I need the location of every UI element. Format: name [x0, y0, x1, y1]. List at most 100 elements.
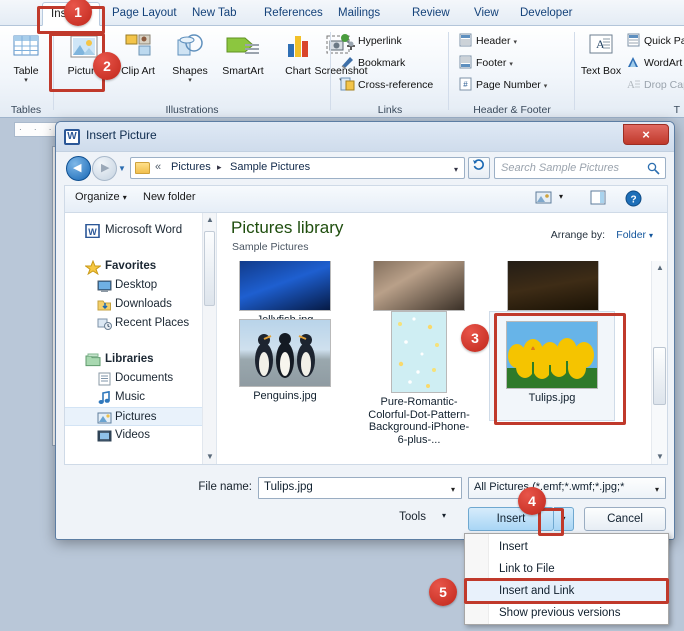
- forward-button[interactable]: [92, 156, 117, 181]
- favorites-star-icon: [83, 259, 103, 276]
- tab-review[interactable]: Review: [404, 2, 458, 26]
- menu-item-show-previous-versions[interactable]: Show previous versions: [466, 602, 669, 624]
- ribbon-group-links: Hyperlink Bookmark Cross-reference Links: [334, 26, 446, 118]
- videos-icon: [97, 429, 113, 443]
- recent-locations-caret-icon[interactable]: ▼: [118, 164, 126, 173]
- hyperlink-button[interactable]: Hyperlink: [340, 32, 402, 51]
- text-box-button-label: Text Box: [580, 65, 622, 77]
- tools-button[interactable]: Tools: [376, 511, 426, 523]
- sidebar-item-microsoft-word[interactable]: W Microsoft Word: [65, 221, 216, 240]
- address-bar[interactable]: « Pictures ▸ Sample Pictures ▾: [130, 157, 465, 179]
- table-button[interactable]: Table ▾: [0, 30, 52, 84]
- ribbon-group-tables: Table ▾ Tables: [0, 26, 52, 118]
- preview-pane-button[interactable]: [589, 190, 609, 208]
- drop-cap-button[interactable]: A Drop Cap: [626, 76, 684, 95]
- search-input[interactable]: Search Sample Pictures: [494, 157, 666, 179]
- text-box-button[interactable]: A Text Box: [578, 30, 624, 77]
- navigation-scrollbar[interactable]: ▲ ▼: [202, 213, 216, 464]
- refresh-button[interactable]: [468, 157, 490, 179]
- wordart-button[interactable]: WordArt▾: [626, 54, 684, 73]
- smartart-button[interactable]: SmartArt: [214, 30, 272, 77]
- cancel-button[interactable]: Cancel: [584, 507, 666, 531]
- scroll-thumb[interactable]: [653, 347, 666, 405]
- insert-split-caret-button[interactable]: ▾: [554, 507, 574, 531]
- bookmark-button[interactable]: Bookmark: [340, 54, 405, 73]
- sidebar-item-favorites[interactable]: Favorites: [65, 257, 216, 276]
- file-name-input[interactable]: Tulips.jpg ▾: [258, 477, 462, 499]
- sidebar-item-libraries[interactable]: Libraries: [65, 350, 216, 369]
- menu-item-insert[interactable]: Insert: [466, 536, 669, 558]
- sidebar-item-desktop[interactable]: Desktop: [65, 276, 216, 295]
- sidebar-item-recent-places[interactable]: Recent Places: [65, 314, 216, 333]
- file-tile-tulips[interactable]: Tulips.jpg: [489, 311, 615, 421]
- scroll-down-icon[interactable]: ▼: [205, 452, 215, 462]
- tab-developer[interactable]: Developer: [512, 2, 580, 26]
- breadcrumb-overflow-icon[interactable]: «: [155, 161, 161, 173]
- word-app-icon: W: [64, 129, 80, 145]
- chevron-down-icon[interactable]: ▾: [454, 165, 458, 174]
- header-button[interactable]: Header ▾: [458, 32, 517, 51]
- menu-item-insert-and-link[interactable]: Insert and Link: [466, 580, 669, 602]
- tab-new-tab[interactable]: New Tab: [184, 2, 245, 26]
- chevron-down-icon[interactable]: ▾: [451, 485, 455, 494]
- tab-mailings[interactable]: Mailings: [330, 2, 388, 26]
- close-icon: ×: [642, 127, 650, 142]
- file-list-pane: Pictures library Sample Pictures Arrange…: [217, 213, 667, 464]
- search-placeholder: Search Sample Pictures: [501, 162, 619, 174]
- page-number-button[interactable]: # Page Number ▾: [458, 76, 547, 95]
- back-button[interactable]: [66, 156, 91, 181]
- sidebar-item-downloads[interactable]: Downloads: [65, 295, 216, 314]
- file-thumbnail: [506, 321, 598, 389]
- help-button[interactable]: ?: [625, 190, 645, 208]
- file-thumbnail: [239, 319, 331, 387]
- arrange-by-label: Arrange by:: [550, 229, 605, 241]
- cross-reference-button[interactable]: Cross-reference: [340, 76, 433, 95]
- arrange-by-value[interactable]: Folder ▾: [616, 229, 653, 241]
- sidebar-label: Recent Places: [115, 317, 190, 329]
- sidebar-label: Desktop: [115, 279, 158, 291]
- scroll-up-icon[interactable]: ▲: [655, 263, 665, 273]
- file-tile-jellyfish[interactable]: Jellyfish.jpg: [221, 261, 349, 327]
- close-button[interactable]: ×: [623, 124, 669, 145]
- scroll-down-icon[interactable]: ▼: [655, 452, 665, 462]
- shapes-button[interactable]: Shapes ▾: [164, 30, 216, 84]
- sidebar-item-pictures[interactable]: Pictures: [65, 407, 216, 426]
- ribbon-group-header-footer: Header ▾ Footer ▾ # Page Number ▾ Header & …: [452, 26, 572, 118]
- file-tile-penguins[interactable]: Penguins.jpg: [221, 319, 349, 403]
- hyperlink-icon: [340, 33, 355, 47]
- sidebar-item-videos[interactable]: Videos: [65, 426, 216, 445]
- menu-item-link-to-file[interactable]: Link to File: [466, 558, 669, 580]
- chevron-down-icon[interactable]: ▾: [655, 485, 659, 494]
- recent-places-icon: [97, 317, 113, 331]
- scroll-thumb[interactable]: [204, 231, 215, 306]
- file-grid-scrollbar[interactable]: ▲ ▼: [651, 261, 667, 464]
- file-type-filter[interactable]: All Pictures (*.emf;*.wmf;*.jpg;* ▾: [468, 477, 666, 499]
- ribbon-tab-strip: Insert Page Layout New Tab References Ma…: [0, 0, 684, 26]
- view-options-button[interactable]: [535, 190, 555, 208]
- sidebar-item-documents[interactable]: Documents: [65, 369, 216, 388]
- new-folder-button[interactable]: New folder: [143, 191, 196, 203]
- sidebar-label: Downloads: [115, 298, 172, 310]
- tab-references[interactable]: References: [256, 2, 331, 26]
- file-name-label: Tulips.jpg: [528, 392, 576, 404]
- smartart-icon: [214, 30, 272, 66]
- tab-view[interactable]: View: [466, 2, 507, 26]
- scroll-up-icon[interactable]: ▲: [205, 215, 215, 225]
- quick-parts-button[interactable]: Quick Part: [626, 32, 684, 51]
- ruler-marks: · · ·: [19, 125, 57, 134]
- tab-page-layout[interactable]: Page Layout: [104, 2, 185, 26]
- chevron-down-icon[interactable]: ▾: [434, 511, 446, 520]
- view-caret-icon[interactable]: ▾: [559, 192, 563, 201]
- breadcrumb-sample-pictures[interactable]: Sample Pictures: [230, 161, 310, 173]
- svg-text:A: A: [627, 79, 635, 91]
- organize-button[interactable]: Organize ▾: [75, 191, 127, 203]
- file-name-label-text: File name:: [198, 481, 252, 493]
- page-number-icon: #: [458, 77, 473, 91]
- breadcrumb-separator-icon: ▸: [217, 162, 222, 172]
- sidebar-item-music[interactable]: Music: [65, 388, 216, 407]
- svg-text:W: W: [88, 227, 97, 237]
- drop-cap-icon: A: [626, 77, 641, 91]
- footer-button[interactable]: Footer ▾: [458, 54, 513, 73]
- breadcrumb-pictures[interactable]: Pictures: [171, 161, 211, 173]
- chevron-down-icon: ▾: [188, 77, 192, 84]
